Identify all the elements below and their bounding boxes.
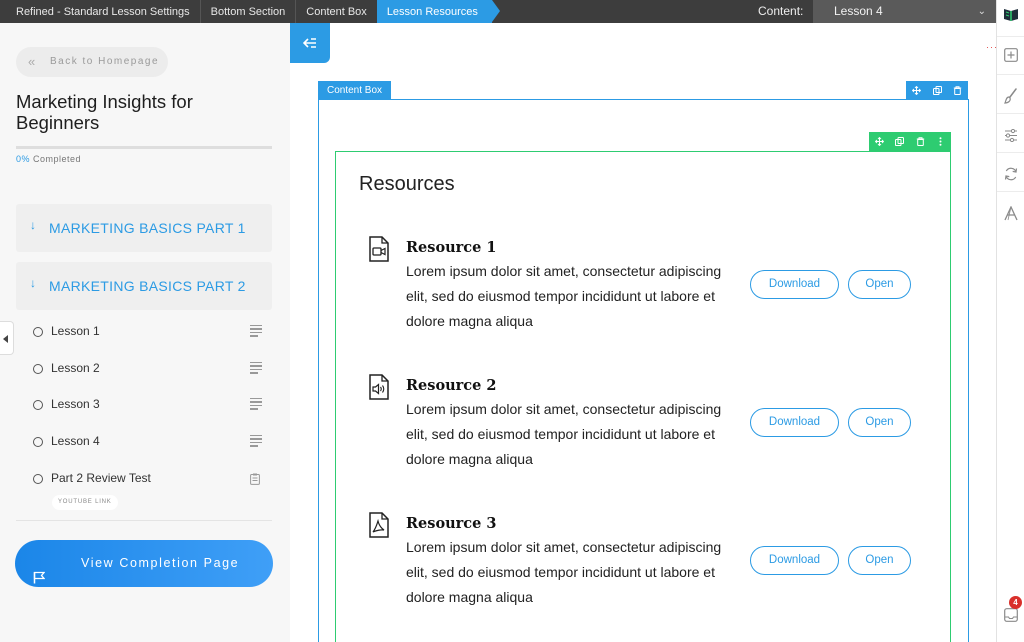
resource-description: Lorem ipsum dolor sit amet, consectetur … <box>406 539 722 605</box>
clipboard-icon <box>250 472 260 490</box>
module-marketing-basics-2[interactable]: ↓ MARKETING BASICS PART 2 <box>16 262 272 310</box>
rail-divider <box>997 113 1024 114</box>
rail-divider <box>997 74 1024 75</box>
indicator-dots: ··· <box>986 42 998 52</box>
lesson-resources-toolbar <box>869 132 951 151</box>
breadcrumb-bottom-section[interactable]: Bottom Section <box>201 0 296 23</box>
trash-icon[interactable] <box>947 81 968 100</box>
module-marketing-basics-1[interactable]: ↓ MARKETING BASICS PART 1 <box>16 204 272 252</box>
content-label: Content: <box>758 4 804 18</box>
audio-file-icon <box>368 374 390 400</box>
notification-badge: 4 <box>1009 596 1022 609</box>
chevron-down-icon: ⌄ <box>977 6 986 17</box>
arrow-collapse-left-icon <box>303 38 316 48</box>
resource-description: Lorem ipsum dolor sit amet, consectetur … <box>406 263 722 329</box>
duplicate-icon[interactable] <box>927 81 948 100</box>
back-to-homepage-button[interactable]: « Back to Homepage <box>16 47 168 77</box>
book-icon[interactable] <box>997 0 1024 28</box>
view-completion-page-button[interactable]: View Completion Page <box>15 540 273 587</box>
download-button[interactable]: Download <box>750 408 839 437</box>
lesson-label: Lesson 1 <box>51 324 100 338</box>
open-button[interactable]: Open <box>848 270 911 299</box>
video-file-icon <box>368 236 390 262</box>
lesson-item-2[interactable]: Lesson 2 <box>16 359 272 383</box>
trash-icon[interactable] <box>910 132 931 151</box>
content-box-toolbar <box>906 81 968 100</box>
download-button[interactable]: Download <box>750 270 839 299</box>
completion-button-label: View Completion Page <box>81 556 240 570</box>
progress-label: Completed <box>33 154 82 164</box>
move-icon[interactable] <box>869 132 890 151</box>
resource-title: Resource 1 <box>406 239 497 256</box>
course-title: Marketing Insights for Beginners <box>16 91 193 133</box>
rail-divider <box>997 191 1024 192</box>
breadcrumb-content-box[interactable]: Content Box <box>296 0 377 23</box>
resources-heading: Resources <box>359 173 455 195</box>
rail-divider <box>997 152 1024 153</box>
add-element-icon[interactable] <box>1001 45 1021 65</box>
content-box-tag[interactable]: Content Box <box>318 81 392 100</box>
duplicate-icon[interactable] <box>890 132 911 151</box>
refresh-icon[interactable] <box>1001 164 1021 184</box>
open-button[interactable]: Open <box>848 546 911 575</box>
incomplete-circle-icon <box>33 327 43 337</box>
sidebar-divider <box>16 520 272 521</box>
lesson-item-1[interactable]: Lesson 1 <box>16 322 272 346</box>
text-lines-icon <box>250 362 262 376</box>
typography-icon[interactable] <box>1001 203 1021 223</box>
incomplete-circle-icon <box>33 364 43 374</box>
lesson-sidebar: « Back to Homepage Marketing Insights fo… <box>0 23 290 642</box>
module-label: MARKETING BASICS PART 1 <box>49 220 246 236</box>
resource-title: Resource 3 <box>406 515 497 532</box>
rail-divider <box>997 36 1024 37</box>
lesson-label: Lesson 3 <box>51 397 100 411</box>
resource-description: Lorem ipsum dolor sit amet, consectetur … <box>406 401 722 467</box>
flag-icon <box>33 557 46 604</box>
brush-icon[interactable] <box>1001 86 1021 106</box>
text-lines-icon <box>250 435 262 449</box>
sliders-icon[interactable] <box>1001 125 1021 145</box>
lesson-label: Lesson 4 <box>51 434 100 448</box>
pdf-file-icon <box>368 512 390 538</box>
collapse-sidebar-handle[interactable] <box>0 321 14 355</box>
incomplete-circle-icon <box>33 437 43 447</box>
move-icon[interactable] <box>906 81 927 100</box>
toggle-sidebar-button[interactable] <box>290 23 330 63</box>
breadcrumb-lesson-resources[interactable]: Lesson Resources <box>376 0 501 23</box>
lesson-item-review-test[interactable]: Part 2 Review Test <box>16 469 272 493</box>
back-label: Back to Homepage <box>50 56 160 67</box>
lesson-label: Lesson 2 <box>51 361 100 375</box>
youtube-link-tag[interactable]: YOUTUBE LINK <box>52 495 118 510</box>
incomplete-circle-icon <box>33 400 43 410</box>
content-select-value: Lesson 4 <box>834 4 883 18</box>
progress-text: 0% Completed <box>16 154 81 164</box>
text-lines-icon <box>250 398 262 412</box>
arrow-down-icon: ↓ <box>30 276 36 290</box>
lesson-label: Part 2 Review Test <box>51 471 151 485</box>
text-lines-icon <box>250 325 262 339</box>
module-label: MARKETING BASICS PART 2 <box>49 278 246 294</box>
right-tool-rail: 4 <box>996 0 1024 642</box>
progress-percent: 0% <box>16 154 31 164</box>
breadcrumb-template[interactable]: Refined - Standard Lesson Settings <box>0 0 200 23</box>
lesson-item-3[interactable]: Lesson 3 <box>16 395 272 419</box>
resource-title: Resource 2 <box>406 377 497 394</box>
content-select[interactable]: Lesson 4 ⌄ <box>813 0 996 23</box>
arrow-down-icon: ↓ <box>30 218 36 232</box>
double-chevron-left-icon: « <box>28 54 36 69</box>
progress-bar <box>16 146 272 149</box>
incomplete-circle-icon <box>33 474 43 484</box>
open-button[interactable]: Open <box>848 408 911 437</box>
lesson-item-4[interactable]: Lesson 4 <box>16 432 272 456</box>
more-vertical-icon[interactable] <box>931 132 952 151</box>
download-button[interactable]: Download <box>750 546 839 575</box>
